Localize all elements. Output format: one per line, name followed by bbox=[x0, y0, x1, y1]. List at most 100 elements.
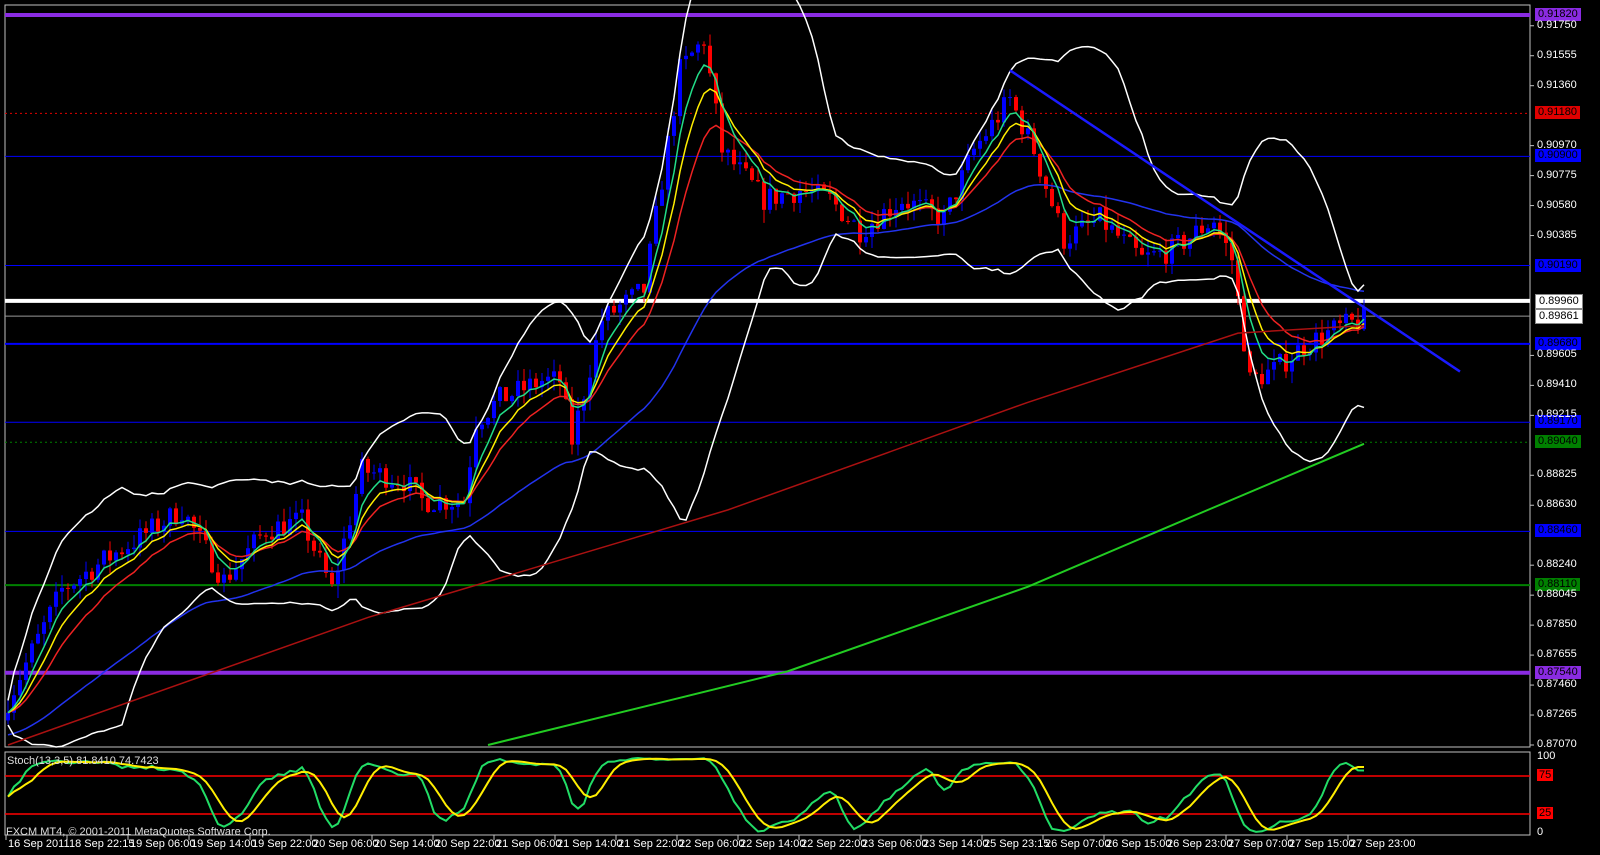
moving-average-200 bbox=[7, 324, 1365, 746]
candle-body bbox=[1008, 97, 1012, 99]
price-tick-label: 0.91555 bbox=[1537, 48, 1577, 61]
candle-body bbox=[996, 119, 1000, 123]
price-tick-label: 0.88825 bbox=[1537, 468, 1577, 481]
stoch-level-label: 25 bbox=[1537, 807, 1554, 819]
candle-body bbox=[702, 44, 706, 46]
candle-body bbox=[1140, 247, 1144, 255]
candle-body bbox=[744, 162, 748, 169]
candle-body bbox=[852, 220, 856, 222]
candle-body bbox=[252, 534, 256, 549]
candle-body bbox=[492, 400, 496, 419]
candle-body bbox=[756, 179, 760, 182]
candle-body bbox=[984, 136, 988, 141]
price-tick-label: 0.88240 bbox=[1537, 558, 1577, 571]
candle-body bbox=[198, 527, 202, 531]
candle-body bbox=[1176, 234, 1180, 239]
candle-body bbox=[1350, 313, 1354, 320]
candle-body bbox=[372, 472, 376, 474]
candle-body bbox=[264, 535, 268, 537]
candle-body bbox=[102, 550, 106, 565]
time-label: 20 Sep 06:00 bbox=[313, 838, 379, 850]
candle-body bbox=[1338, 320, 1342, 324]
candle-body bbox=[498, 387, 502, 401]
candle-body bbox=[1332, 320, 1336, 331]
candle-body bbox=[366, 458, 370, 473]
candle-body bbox=[1074, 226, 1078, 244]
candles bbox=[6, 34, 1366, 725]
candle-body bbox=[222, 574, 226, 583]
candle-body bbox=[612, 305, 616, 313]
price-level-tag: 0.89040 bbox=[1535, 435, 1581, 449]
candle-body bbox=[750, 168, 754, 180]
candle-body bbox=[636, 283, 640, 290]
time-label: 22 Sep 14:00 bbox=[740, 838, 806, 850]
price-tick-label: 0.89410 bbox=[1537, 378, 1577, 391]
time-label: 22 Sep 06:00 bbox=[679, 838, 745, 850]
candle-body bbox=[840, 204, 844, 222]
candle-body bbox=[228, 574, 232, 580]
candle-body bbox=[546, 376, 550, 381]
stoch-signal-line bbox=[7, 757, 1365, 831]
candle-body bbox=[924, 199, 928, 201]
price-tick-label: 0.89605 bbox=[1537, 348, 1577, 361]
candle-body bbox=[738, 162, 742, 165]
candle-body bbox=[978, 140, 982, 149]
candle-body bbox=[234, 569, 238, 580]
candle-body bbox=[72, 585, 76, 589]
time-label: 26 Sep 15:00 bbox=[1106, 838, 1172, 850]
candle-body bbox=[1212, 222, 1216, 229]
moving-average-13 bbox=[7, 124, 1365, 714]
candle-body bbox=[966, 155, 970, 171]
candle-body bbox=[1050, 188, 1054, 207]
candle-body bbox=[258, 534, 262, 536]
candle-body bbox=[108, 550, 112, 561]
candle-body bbox=[726, 149, 730, 153]
stoch-level-label: 100 bbox=[1537, 750, 1556, 762]
time-label: 26 Sep 07:00 bbox=[1045, 838, 1111, 850]
candle-body bbox=[36, 633, 40, 644]
candle-body bbox=[654, 205, 658, 244]
candle-body bbox=[66, 587, 70, 589]
candle-body bbox=[1260, 373, 1264, 385]
candle-body bbox=[60, 587, 64, 592]
stoch-level-label: 75 bbox=[1537, 769, 1554, 781]
candle-body bbox=[780, 193, 784, 204]
price-chart[interactable] bbox=[0, 0, 1600, 855]
candle-body bbox=[156, 518, 160, 532]
price-tick-label: 0.88630 bbox=[1537, 498, 1577, 511]
price-level-tag: 0.90900 bbox=[1535, 149, 1581, 163]
bollinger-upper bbox=[7, 0, 1365, 701]
candle-body bbox=[114, 552, 118, 561]
candle-body bbox=[846, 221, 850, 223]
candle-body bbox=[954, 197, 958, 200]
candle-body bbox=[1122, 234, 1126, 236]
time-label: 23 Sep 14:00 bbox=[923, 838, 989, 850]
price-tick-label: 0.87265 bbox=[1537, 708, 1577, 721]
candle-body bbox=[132, 547, 136, 550]
candle-body bbox=[864, 236, 868, 243]
candle-body bbox=[6, 712, 10, 721]
candle-body bbox=[516, 380, 520, 397]
candle-body bbox=[348, 525, 352, 539]
candle-body bbox=[1170, 238, 1174, 264]
price-tick-label: 0.89215 bbox=[1537, 408, 1577, 421]
price-tick-label: 0.87850 bbox=[1537, 618, 1577, 631]
candle-body bbox=[576, 410, 580, 445]
candle-body bbox=[528, 378, 532, 391]
candle-body bbox=[630, 289, 634, 295]
candle-body bbox=[1044, 176, 1048, 189]
price-tick-label: 0.91750 bbox=[1537, 18, 1577, 31]
stoch-indicator-label: Stoch(13,3,5) 81.8410 74.7423 bbox=[7, 755, 159, 767]
trendline bbox=[1009, 69, 1461, 373]
candle-body bbox=[312, 540, 316, 551]
candle-body bbox=[696, 44, 700, 53]
stoch-main-line bbox=[7, 756, 1365, 833]
candle-body bbox=[1146, 252, 1150, 255]
time-label: 22 Sep 22:00 bbox=[801, 838, 867, 850]
moving-average-5 bbox=[7, 64, 1365, 714]
candle-body bbox=[504, 387, 508, 402]
candle-body bbox=[450, 506, 454, 510]
candle-body bbox=[270, 536, 274, 540]
price-tick-label: 0.90970 bbox=[1537, 138, 1577, 151]
candle-body bbox=[660, 189, 664, 206]
